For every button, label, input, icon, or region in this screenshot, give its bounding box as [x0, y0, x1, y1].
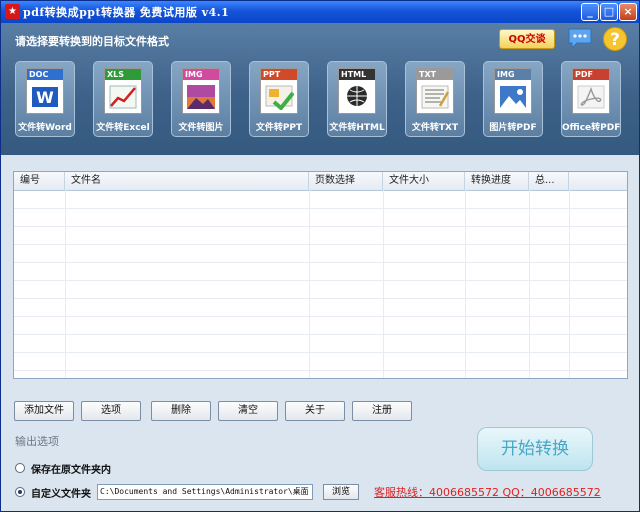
output-path-input[interactable]: C:\Documents and Settings\Administrator\… [97, 484, 313, 500]
file-list-table[interactable]: 编号 文件名 页数选择 文件大小 转换进度 总... [13, 171, 628, 379]
format-tag: PDF [573, 69, 609, 80]
convert-to-html-button[interactable]: HTML 文件转HTML [327, 61, 387, 137]
format-tag: XLS [105, 69, 141, 80]
chat-icon[interactable] [567, 27, 593, 49]
custom-folder-radio[interactable] [15, 487, 25, 497]
window-title: pdf转换成ppt转换器 免费试用版 v4.1 [23, 6, 230, 19]
help-icon[interactable]: ? [603, 27, 627, 51]
column-divider [309, 190, 310, 378]
column-divider [65, 190, 66, 378]
format-tag: TXT [417, 69, 453, 80]
format-banner: 请选择要转换到的目标文件格式 QQ交谈 ? DOC W 文件转Word XLS … [1, 23, 639, 155]
convert-label: Office转PDF [562, 123, 621, 133]
row-divider [14, 244, 627, 245]
column-divider [529, 190, 530, 378]
html-file-icon: HTML [338, 68, 376, 114]
convert-label: 文件转HTML [329, 123, 385, 133]
browse-button[interactable]: 浏览 [323, 484, 359, 500]
save-original-label[interactable]: 保存在原文件夹内 [31, 461, 111, 476]
convert-label: 文件转图片 [178, 123, 224, 133]
row-divider [14, 316, 627, 317]
image-to-pdf-button[interactable]: IMG 图片转PDF [483, 61, 543, 137]
ppt-file-icon: PPT [260, 68, 298, 114]
clear-button[interactable]: 清空 [218, 401, 278, 421]
row-divider [14, 280, 627, 281]
row-divider [14, 352, 627, 353]
main-panel: 编号 文件名 页数选择 文件大小 转换进度 总... 添加文件 选项 删除 清空… [1, 155, 639, 511]
minimize-button[interactable]: _ [581, 3, 599, 21]
convert-label: 图片转PDF [489, 123, 537, 133]
title-bar[interactable]: ★ pdf转换成ppt转换器 免费试用版 v4.1 _ □ × [1, 1, 639, 23]
column-header-filename[interactable]: 文件名 [65, 172, 309, 190]
options-button[interactable]: 选项 [81, 401, 141, 421]
row-divider [14, 370, 627, 371]
convert-label: 文件转Word [18, 123, 72, 133]
table-header: 编号 文件名 页数选择 文件大小 转换进度 总... [14, 172, 627, 191]
start-convert-button[interactable]: 开始转换 [477, 427, 593, 471]
support-hotline-link[interactable]: 客服热线：4006685572 QQ：4006685572 [374, 484, 601, 500]
row-divider [14, 334, 627, 335]
about-button[interactable]: 关于 [285, 401, 345, 421]
column-divider [465, 190, 466, 378]
row-divider [14, 298, 627, 299]
column-header-total[interactable]: 总... [529, 172, 569, 190]
row-divider [14, 226, 627, 227]
convert-to-ppt-button[interactable]: PPT 文件转PPT [249, 61, 309, 137]
convert-to-word-button[interactable]: DOC W 文件转Word [15, 61, 75, 137]
format-tag: PPT [261, 69, 297, 80]
format-tag: HTML [339, 69, 375, 80]
convert-label: 文件转Excel [96, 123, 150, 133]
doc-file-icon: DOC W [26, 68, 64, 114]
column-header-size[interactable]: 文件大小 [383, 172, 465, 190]
xls-file-icon: XLS [104, 68, 142, 114]
delete-button[interactable]: 删除 [151, 401, 211, 421]
maximize-button[interactable]: □ [600, 3, 618, 21]
format-tag: DOC [27, 69, 63, 80]
custom-folder-label[interactable]: 自定义文件夹 [31, 485, 91, 500]
register-button[interactable]: 注册 [352, 401, 412, 421]
row-divider [14, 262, 627, 263]
qq-chat-button[interactable]: QQ交谈 [499, 29, 555, 49]
column-header-index[interactable]: 编号 [14, 172, 65, 190]
office-to-pdf-button[interactable]: PDF Office转PDF [561, 61, 621, 137]
pdf-file-icon: PDF [572, 68, 610, 114]
app-window: ★ pdf转换成ppt转换器 免费试用版 v4.1 _ □ × 请选择要转换到的… [0, 0, 640, 512]
txt-file-icon: TXT [416, 68, 454, 114]
format-prompt: 请选择要转换到的目标文件格式 [15, 35, 169, 48]
save-original-radio[interactable] [15, 463, 25, 473]
svg-text:W: W [36, 88, 54, 107]
close-button[interactable]: × [619, 3, 637, 21]
add-file-button[interactable]: 添加文件 [14, 401, 74, 421]
format-tag: IMG [183, 69, 219, 80]
column-header-pages[interactable]: 页数选择 [309, 172, 383, 190]
convert-to-excel-button[interactable]: XLS 文件转Excel [93, 61, 153, 137]
column-header-progress[interactable]: 转换进度 [465, 172, 529, 190]
column-divider [569, 190, 570, 378]
convert-to-image-button[interactable]: IMG 文件转图片 [171, 61, 231, 137]
convert-to-txt-button[interactable]: TXT 文件转TXT [405, 61, 465, 137]
output-options-label: 输出选项 [15, 435, 59, 448]
app-icon: ★ [5, 4, 20, 19]
convert-label: 文件转PPT [255, 123, 303, 133]
radio-selected-dot [18, 490, 22, 494]
row-divider [14, 208, 627, 209]
img-file-icon: IMG [182, 68, 220, 114]
format-tag: IMG [495, 69, 531, 80]
convert-label: 文件转TXT [411, 123, 459, 133]
column-divider [383, 190, 384, 378]
img-file-icon: IMG [494, 68, 532, 114]
